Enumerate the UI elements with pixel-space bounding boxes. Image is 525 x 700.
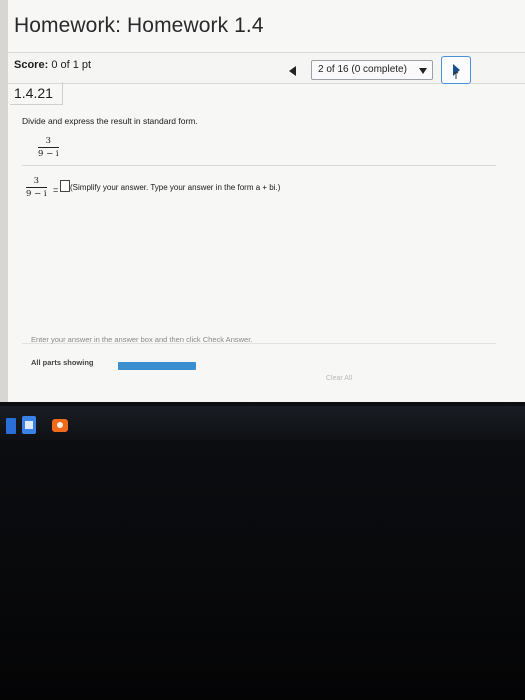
answer-fraction-denominator: 9 − i	[26, 189, 47, 199]
parts-progress-fill	[118, 362, 196, 370]
monitor-bezel	[0, 402, 525, 700]
answer-fraction: 3 9 − i	[26, 176, 47, 199]
question-number: 1.4.21	[10, 82, 63, 105]
answer-input[interactable]	[60, 180, 70, 192]
file-explorer-icon[interactable]	[22, 416, 36, 434]
question-prompt: Divide and express the result in standar…	[22, 116, 198, 126]
clear-all-button[interactable]: Clear All	[326, 375, 352, 382]
question-progress: 2 of 16 (0 complete)	[318, 64, 407, 75]
answer-fraction-numerator: 3	[26, 176, 47, 188]
fraction-numerator: 3	[38, 136, 59, 148]
question-selector[interactable]: 2 of 16 (0 complete)	[311, 60, 433, 80]
window-edge	[0, 0, 8, 402]
parts-progress-bar	[118, 362, 196, 370]
parts-showing-label: All parts showing	[31, 358, 94, 367]
browser-screen: Homework: Homework 1.4 Score: 0 of 1 pt …	[0, 0, 525, 402]
next-question-button[interactable]	[441, 56, 471, 84]
caret-down-icon	[419, 68, 427, 74]
fraction-denominator: 9 − i	[38, 149, 59, 159]
next-arrow-icon	[453, 64, 460, 79]
score-display: Score: 0 of 1 pt	[14, 59, 91, 71]
enter-answer-instruction: Enter your answer in the answer box and …	[31, 335, 253, 344]
score-bar: Score: 0 of 1 pt 2 of 16 (0 complete)	[8, 52, 525, 84]
media-app-icon[interactable]	[52, 419, 68, 432]
taskbar	[0, 406, 525, 440]
score-label: Score:	[14, 59, 49, 71]
score-value: 0 of 1 pt	[51, 59, 92, 71]
answer-instruction: (Simplify your answer. Type your answer …	[70, 183, 281, 192]
triangle-left-icon[interactable]	[289, 66, 296, 76]
problem-fraction: 3 9 − i	[38, 136, 59, 159]
equals-sign: =	[53, 185, 59, 195]
blue-app-icon[interactable]	[6, 418, 16, 434]
section-divider	[22, 165, 496, 166]
homework-title: Homework: Homework 1.4	[14, 14, 264, 37]
